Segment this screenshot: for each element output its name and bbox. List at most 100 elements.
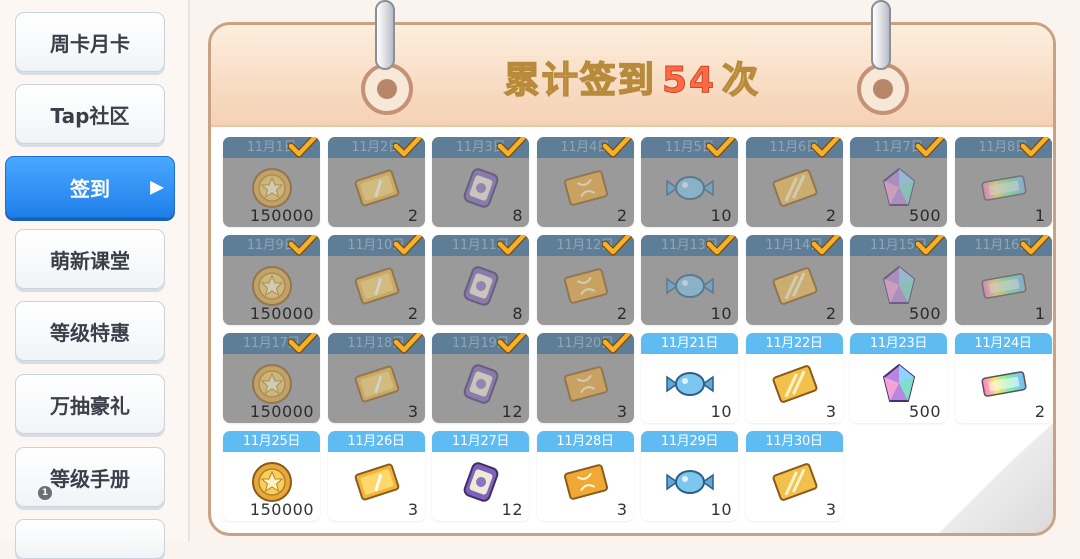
day-cell[interactable]: 11月12日 2	[536, 235, 634, 325]
day-cell[interactable]: 11月16日 1	[954, 235, 1052, 325]
sidebar-item-newbie-class[interactable]: 萌新课堂	[15, 229, 165, 289]
day-cell[interactable]: 11月25日 150000	[223, 431, 320, 521]
dna-card-icon	[561, 363, 611, 405]
day-cell[interactable]: 11月1日 150000	[223, 137, 320, 227]
dna-card-icon	[561, 265, 611, 307]
day-cell[interactable]: 11月11日 8	[432, 235, 529, 325]
day-cell[interactable]: 11月28日 3	[536, 431, 634, 521]
day-date: 11月23日	[850, 333, 947, 354]
sidebar-item-label: 等级手册	[50, 466, 130, 491]
sidebar-item-level-handbook[interactable]: 等级手册 1	[15, 447, 165, 507]
sidebar-item-label: 等级特惠	[50, 320, 130, 345]
gold-card-icon	[770, 265, 820, 307]
sidebar-item-gacha-gift[interactable]: 万抽豪礼	[15, 374, 165, 434]
reward-quantity: 1	[1034, 304, 1046, 323]
day-date: 11月27日	[432, 431, 529, 452]
day-cell[interactable]: 11月18日 3	[327, 333, 425, 423]
checkmark-icon	[287, 235, 319, 257]
sidebar-item-label: Tap社区	[50, 103, 130, 128]
day-cell[interactable]: 11月30日 3	[745, 431, 843, 521]
calendar-header: 累计签到 54 次	[211, 25, 1053, 127]
reward-quantity: 12	[501, 500, 523, 519]
sidebar: 周卡月卡 Tap社区 签到 ▶ 萌新课堂 等级特惠 万抽豪礼 等级手册 1	[0, 0, 190, 559]
coin-icon	[247, 461, 297, 503]
day-cell[interactable]: 11月8日 1	[954, 137, 1052, 227]
ticket-card-icon	[352, 461, 402, 503]
day-cell[interactable]: 11月14日 2	[745, 235, 843, 325]
reward-quantity: 10	[710, 402, 732, 421]
checkmark-icon	[1019, 137, 1050, 159]
day-cell[interactable]: 11月10日 2	[327, 235, 425, 325]
sidebar-item-more[interactable]	[15, 519, 165, 559]
sign-in-count: 54	[661, 60, 717, 102]
reward-quantity: 8	[512, 304, 523, 323]
sidebar-item-weekly-monthly-card[interactable]: 周卡月卡	[15, 12, 165, 72]
day-cell[interactable]: 11月15日 500	[850, 235, 947, 325]
checkmark-icon	[601, 333, 632, 355]
day-cell[interactable]: 11月2日 2	[327, 137, 425, 227]
reward-quantity: 2	[407, 304, 419, 323]
day-cell[interactable]: 11月13日 10	[641, 235, 738, 325]
day-cell[interactable]: 11月9日 150000	[223, 235, 320, 325]
reward-quantity: 12	[501, 402, 523, 421]
reward-quantity: 500	[908, 206, 941, 225]
reward-quantity: 2	[825, 304, 837, 323]
checkmark-icon	[392, 137, 423, 159]
checkmark-icon	[914, 235, 946, 257]
reward-quantity: 10	[710, 304, 732, 323]
day-cell[interactable]: 11月19日 12	[432, 333, 529, 423]
day-date: 11月25日	[223, 431, 320, 452]
day-cell[interactable]: 11月29日 10	[641, 431, 738, 521]
day-cell[interactable]: 11月21日 10	[641, 333, 738, 423]
gold-card-icon	[770, 363, 820, 405]
sidebar-item-label: 周卡月卡	[50, 31, 130, 56]
day-cell[interactable]: 11月22日 3	[745, 333, 843, 423]
candy-icon	[665, 461, 715, 503]
coin-icon	[247, 363, 297, 405]
sidebar-item-sign-in[interactable]: 签到 ▶	[5, 156, 175, 218]
day-cell[interactable]: 11月7日 500	[850, 137, 947, 227]
checkmark-icon	[496, 235, 528, 257]
rainbow-ticket-icon	[979, 265, 1029, 307]
day-date: 11月21日	[641, 333, 738, 354]
ticket-card-icon	[352, 363, 402, 405]
reward-quantity: 2	[825, 206, 837, 225]
reward-quantity: 150000	[249, 206, 314, 225]
calendar-grid: 11月1日 150000 11月2日 2 11月3日 8 11月4日 2 11月5日 10 11月6…	[223, 137, 1053, 527]
day-cell[interactable]: 11月24日 2	[954, 333, 1052, 423]
day-cell[interactable]: 11月17日 150000	[223, 333, 320, 423]
day-cell[interactable]: 11月20日 3	[536, 333, 634, 423]
day-cell[interactable]: 11月6日 2	[745, 137, 843, 227]
sidebar-item-tap-community[interactable]: Tap社区	[15, 84, 165, 144]
checkmark-icon	[1019, 235, 1050, 257]
crystal-icon	[874, 167, 924, 209]
candy-icon	[665, 265, 715, 307]
checkmark-icon	[287, 333, 319, 355]
reward-quantity: 150000	[249, 402, 314, 421]
dna-card-icon	[561, 167, 611, 209]
reward-quantity: 3	[825, 402, 837, 421]
cumulative-sign-in-title: 累计签到 54 次	[503, 59, 761, 102]
sidebar-item-level-deals[interactable]: 等级特惠	[15, 301, 165, 361]
ticket-card-icon	[352, 265, 402, 307]
reward-quantity: 3	[407, 402, 419, 421]
sidebar-item-label: 萌新课堂	[50, 248, 130, 273]
checkmark-icon	[705, 235, 737, 257]
rainbow-ticket-icon	[979, 363, 1029, 405]
day-cell[interactable]: 11月23日 500	[850, 333, 947, 423]
scroll-can-icon	[456, 363, 506, 405]
day-cell[interactable]: 11月27日 12	[432, 431, 529, 521]
reward-quantity: 3	[616, 500, 628, 519]
day-cell[interactable]: 11月4日 2	[536, 137, 634, 227]
dna-card-icon	[561, 461, 611, 503]
coin-icon	[247, 265, 297, 307]
day-cell[interactable]: 11月26日 3	[327, 431, 425, 521]
day-cell[interactable]: 11月3日 8	[432, 137, 529, 227]
day-date: 11月26日	[327, 431, 425, 452]
day-cell[interactable]: 11月5日 10	[641, 137, 738, 227]
candy-icon	[665, 167, 715, 209]
reward-quantity: 2	[407, 206, 419, 225]
gold-card-icon	[770, 167, 820, 209]
checkmark-icon	[392, 333, 423, 355]
reward-quantity: 2	[616, 304, 628, 323]
